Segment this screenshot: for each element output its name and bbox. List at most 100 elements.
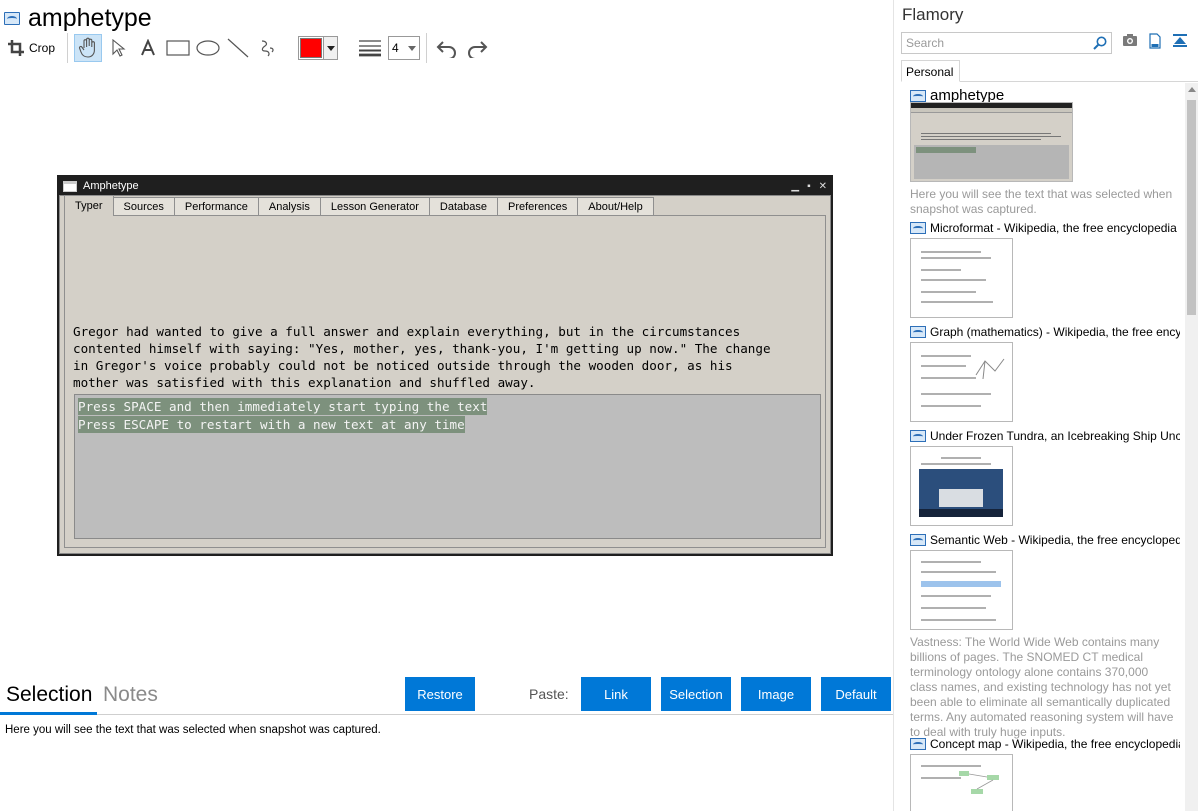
feed-item-description: Vastness: The World Wide Web contains ma… (910, 635, 1174, 739)
crop-icon (8, 40, 24, 56)
snapshot-image: Amphetype ▁ ▪ ✕ Typer Sources Performanc… (57, 175, 833, 556)
color-dropdown-arrow[interactable] (323, 37, 338, 59)
color-swatch (300, 38, 323, 58)
sidebar-title: Flamory (902, 5, 964, 24)
typer-input-area: Press SPACE and then immediately start t… (74, 394, 821, 539)
drawing-toolbar: Crop 4 (4, 33, 493, 63)
snapshot-app-icon (4, 11, 20, 25)
text-line: mother was satisfied with this explanati… (73, 375, 536, 390)
toolbar-separator (67, 33, 69, 63)
chevron-down-icon (408, 45, 417, 51)
snapshot-tab-analysis: Analysis (257, 197, 321, 216)
maximize-icon: ▪ (807, 180, 811, 192)
search-icon[interactable] (1093, 36, 1107, 50)
feed-item-title: Under Frozen Tundra, an Icebreaking Ship… (930, 429, 1180, 443)
scroll-up-icon[interactable] (1188, 87, 1196, 92)
snapshot-tab-database: Database (428, 197, 498, 216)
snapshot-app-icon (910, 534, 926, 546)
ellipse-icon (196, 40, 220, 56)
flamory-sidebar: Flamory Search Personal amphetype Here y… (893, 0, 1198, 811)
snapshot-window-title: Amphetype (83, 180, 139, 192)
feed-item[interactable]: Concept map - Wikipedia, the free encycl… (910, 737, 1180, 811)
line-icon (227, 38, 249, 58)
snapshot-tab-typer: Typer (64, 195, 114, 216)
sidebar-scrollbar[interactable] (1185, 83, 1198, 811)
paste-default-button[interactable]: Default (821, 677, 891, 711)
minimize-icon: ▁ (791, 180, 800, 192)
line-tool-button[interactable] (224, 34, 252, 62)
feed-item-description: Here you will see the text that was sele… (910, 187, 1173, 216)
feed-item-title: Semantic Web - Wikipedia, the free encyc… (930, 533, 1180, 547)
snapshot-tabs: Typer Sources Performance Analysis Lesso… (64, 195, 830, 216)
undo-button[interactable] (433, 34, 461, 62)
feed-item[interactable]: amphetype Here you will see the text tha… (910, 87, 1180, 217)
freehand-tool-button[interactable] (254, 34, 282, 62)
snapshot-app-icon (910, 89, 926, 102)
camera-icon[interactable] (1122, 33, 1138, 47)
window-icon (63, 180, 77, 192)
cursor-arrow-icon (112, 38, 126, 57)
feed-item-thumbnail (910, 342, 1013, 422)
snapshot-app-icon (910, 326, 926, 338)
redo-button[interactable] (463, 34, 491, 62)
snapshot-tab-lesson-generator: Lesson Generator (319, 197, 430, 216)
pin-top-icon[interactable] (1172, 33, 1188, 49)
search-input[interactable]: Search (901, 32, 1112, 54)
line-width-value: 4 (392, 41, 399, 55)
text-tool-button[interactable] (134, 34, 162, 62)
feed-item-thumbnail (910, 238, 1013, 318)
snapshot-tab-preferences: Preferences (496, 197, 579, 216)
toolbar-separator (426, 33, 428, 63)
paste-link-button[interactable]: Link (581, 677, 651, 711)
snapshot-window-titlebar: Amphetype ▁ ▪ ✕ (59, 177, 831, 195)
paste-image-button[interactable]: Image (741, 677, 811, 711)
snapshot-tab-about-help: About/Help (577, 197, 654, 216)
window-controls: ▁ ▪ ✕ (791, 181, 827, 192)
active-tab-underline (0, 712, 97, 715)
text-icon (141, 39, 155, 56)
app-root: amphetype Crop 4 Amphetype ▁ ▪ ✕ Typer S… (0, 0, 1198, 811)
feed-item-thumbnail (910, 446, 1013, 526)
tab-notes[interactable]: Notes (103, 683, 158, 707)
line-width-button[interactable] (356, 34, 384, 62)
scrollbar-thumb[interactable] (1187, 100, 1196, 315)
select-tool-button[interactable] (104, 34, 132, 62)
tab-personal[interactable]: Personal (901, 60, 960, 82)
feed-item-title: Microformat - Wikipedia, the free encycl… (930, 221, 1177, 235)
input-line: Press SPACE and then immediately start t… (78, 398, 488, 415)
hand-icon (78, 37, 95, 58)
feed-item-title: Concept map - Wikipedia, the free encycl… (930, 737, 1180, 751)
crop-label: Crop (29, 41, 56, 55)
rectangle-icon (166, 40, 190, 56)
snapshot-tab-performance: Performance (173, 197, 259, 216)
ellipse-tool-button[interactable] (194, 34, 222, 62)
search-placeholder: Search (906, 36, 945, 50)
text-line: in Gregor's voice probably could not be … (73, 358, 733, 373)
color-picker[interactable] (298, 36, 339, 60)
feed-item[interactable]: Graph (mathematics) - Wikipedia, the fre… (910, 325, 1180, 422)
paste-label: Paste: (529, 686, 569, 702)
rectangle-tool-button[interactable] (164, 34, 192, 62)
snapshot-app-icon (910, 738, 926, 750)
feed-item[interactable]: Microformat - Wikipedia, the free encycl… (910, 221, 1180, 318)
freehand-icon (261, 40, 274, 57)
feed-item[interactable]: Under Frozen Tundra, an Icebreaking Ship… (910, 429, 1180, 526)
selection-text[interactable]: Here you will see the text that was sele… (5, 724, 381, 736)
sidebar-actions (1122, 33, 1188, 49)
restore-button[interactable]: Restore (405, 677, 475, 711)
crop-button[interactable]: Crop (4, 34, 59, 62)
tab-selection[interactable]: Selection (6, 683, 92, 707)
line-width-select[interactable]: 4 (388, 36, 421, 60)
typer-source-text: Gregor had wanted to give a full answer … (73, 323, 817, 391)
feed-item-thumbnail (910, 754, 1013, 811)
line-width-icon (359, 40, 382, 57)
hand-tool-button[interactable] (74, 34, 103, 62)
paste-selection-button[interactable]: Selection (661, 677, 731, 711)
undo-icon (436, 41, 457, 58)
snapshot-window-body: Typer Sources Performance Analysis Lesso… (59, 195, 831, 554)
document-icon[interactable] (1148, 33, 1162, 49)
feed-item[interactable]: Semantic Web - Wikipedia, the free encyc… (910, 533, 1180, 740)
chevron-down-icon (326, 45, 335, 51)
snapshot-feed: amphetype Here you will see the text tha… (894, 83, 1183, 811)
snapshot-tab-sources: Sources (112, 197, 175, 216)
